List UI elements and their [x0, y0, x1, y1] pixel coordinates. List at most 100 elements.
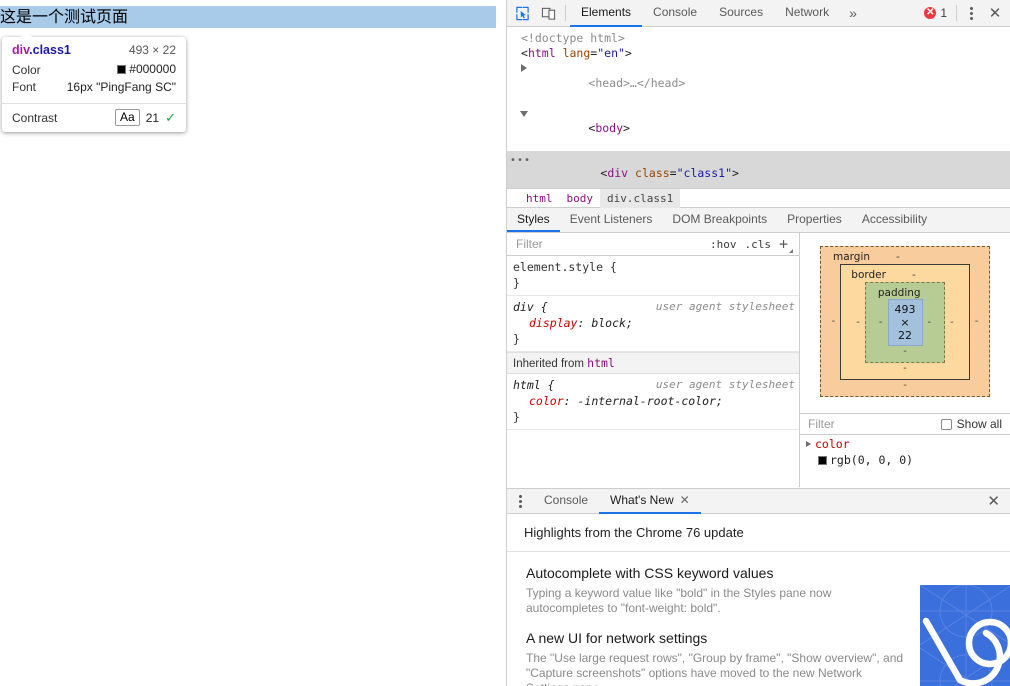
box-model-content[interactable]: 493 × 22: [888, 299, 923, 346]
highlighted-element[interactable]: 这是一个测试页面: [0, 6, 496, 28]
tooltip-arrow: [20, 31, 33, 38]
box-model-border-label: border: [851, 269, 886, 281]
styles-sidebar-tabs: Styles Event Listeners DOM Breakpoints P…: [507, 208, 1010, 233]
rule-close-brace: }: [513, 331, 799, 347]
error-badge[interactable]: ✕ 1: [918, 6, 953, 20]
whats-new-item-description: The "Use large request rows", "Group by …: [526, 651, 906, 686]
breadcrumb-item-div[interactable]: div.class1: [600, 189, 680, 208]
show-all-label: Show all: [957, 417, 1002, 431]
box-model-diagram: margin- - border- - padding: [800, 233, 1010, 397]
breadcrumb: html body div.class1: [507, 188, 1010, 208]
collapse-triangle-icon[interactable]: [520, 111, 528, 117]
toolbar-divider: [565, 5, 566, 21]
border-bottom-value[interactable]: -: [851, 363, 958, 375]
tooltip-selector: div.class1: [12, 42, 71, 59]
more-ellipsis-icon[interactable]: •••: [510, 153, 531, 168]
box-model-padding-label: padding: [878, 287, 921, 299]
show-all-toggle[interactable]: Show all: [941, 417, 1002, 431]
breadcrumb-item-html[interactable]: html: [519, 189, 560, 208]
tooltip-dimensions: 493 × 22: [129, 42, 176, 59]
toolbar-right-group: ✕ 1 ✕: [918, 0, 1008, 27]
inspected-page: 这是一个测试页面 div.class1 493 × 22 Color #0000…: [0, 0, 506, 686]
padding-right-value[interactable]: -: [923, 317, 937, 328]
rule-close-brace: }: [513, 409, 799, 425]
rule-selector: div {: [513, 300, 548, 314]
new-style-rule-button[interactable]: +: [779, 237, 793, 252]
expand-triangle-icon[interactable]: [521, 64, 527, 72]
computed-property-name: color: [815, 437, 850, 451]
computed-property-value: rgb(0, 0, 0): [830, 452, 913, 468]
drawer-tabs: Console What's New ✕ ✕: [507, 489, 1010, 514]
computed-filter-input[interactable]: Filter: [808, 417, 941, 431]
rule-origin: user agent stylesheet: [656, 377, 799, 393]
show-all-checkbox[interactable]: [941, 419, 952, 430]
tab-accessibility[interactable]: Accessibility: [852, 208, 937, 232]
dom-line-div-open[interactable]: •••<div class="class1">: [507, 151, 1010, 188]
box-model-border-value[interactable]: -: [886, 269, 916, 281]
dom-line-html[interactable]: <html lang="en">: [507, 46, 1010, 61]
inspect-element-icon[interactable]: [509, 1, 535, 25]
more-tabs-chevron-icon[interactable]: »: [840, 0, 866, 27]
padding-bottom-value[interactable]: -: [874, 346, 936, 358]
style-rule-html[interactable]: html {user agent stylesheet color: -inte…: [507, 374, 799, 430]
box-model-padding[interactable]: padding - 493 × 22 - -: [865, 282, 945, 363]
box-model-margin-value[interactable]: -: [870, 251, 900, 263]
contrast-sample-icon: Aa: [115, 109, 140, 126]
color-swatch-icon[interactable]: [818, 456, 827, 465]
tab-sources[interactable]: Sources: [708, 0, 774, 27]
tab-properties[interactable]: Properties: [777, 208, 852, 232]
drawer-tab-console[interactable]: Console: [533, 489, 599, 514]
hov-button[interactable]: :hov: [710, 238, 737, 251]
declaration-value[interactable]: block;: [591, 316, 633, 330]
drawer-tab-whats-new[interactable]: What's New ✕: [599, 489, 701, 514]
drawer-tab-label: What's New: [610, 493, 674, 507]
computed-pane: margin- - border- - padding: [800, 233, 1010, 487]
dom-line-head[interactable]: <head>…</head>: [507, 61, 1010, 106]
margin-left-value[interactable]: -: [827, 316, 841, 327]
drawer-tab-label: Console: [544, 493, 588, 507]
declaration-property[interactable]: display: [513, 316, 577, 330]
tooltip-font-label: Font: [12, 79, 54, 96]
style-rule-div[interactable]: div {user agent stylesheet display: bloc…: [507, 296, 799, 352]
cls-button[interactable]: .cls: [744, 238, 771, 251]
computed-filter-bar: Filter Show all: [800, 413, 1010, 435]
drawer-tab-close-icon[interactable]: ✕: [680, 493, 690, 507]
margin-bottom-value[interactable]: -: [833, 380, 977, 392]
styles-pane: Filter :hov .cls + element.style { } div…: [507, 233, 800, 487]
whats-new-item-title: Autocomplete with CSS keyword values: [526, 565, 906, 581]
drawer-close-icon[interactable]: ✕: [977, 492, 1010, 510]
box-model-margin[interactable]: margin- - border- - padding: [820, 246, 990, 397]
tab-network[interactable]: Network: [774, 0, 840, 27]
whats-new-body: Highlights from the Chrome 76 update Aut…: [507, 514, 1010, 686]
border-right-value[interactable]: -: [945, 317, 959, 328]
device-toolbar-icon[interactable]: [535, 1, 561, 25]
contrast-pass-check-icon: ✓: [165, 111, 176, 124]
contrast-ratio-value: 21: [146, 111, 159, 125]
tab-styles[interactable]: Styles: [507, 208, 560, 232]
kebab-menu-icon[interactable]: [960, 7, 982, 20]
tab-elements[interactable]: Elements: [570, 0, 642, 27]
tooltip-class-name: .class1: [29, 43, 71, 57]
rule-origin: user agent stylesheet: [656, 299, 799, 315]
style-rule-element-style[interactable]: element.style { }: [507, 256, 799, 296]
padding-left-value[interactable]: -: [874, 317, 888, 328]
expand-triangle-icon[interactable]: [806, 441, 811, 447]
breadcrumb-item-body[interactable]: body: [560, 189, 601, 208]
close-icon[interactable]: ✕: [982, 4, 1008, 22]
styles-filter-input[interactable]: Filter: [516, 237, 710, 251]
box-model-border[interactable]: border- - padding - 493 × 22: [840, 264, 969, 380]
border-left-value[interactable]: -: [851, 317, 865, 328]
computed-property-row[interactable]: color: [806, 436, 1010, 452]
dom-line-body[interactable]: <body>: [507, 106, 1010, 151]
inherited-from-label: Inherited from: [513, 358, 584, 370]
whats-new-heading: Highlights from the Chrome 76 update: [507, 514, 1010, 552]
tab-event-listeners[interactable]: Event Listeners: [560, 208, 663, 232]
dom-tree[interactable]: <!doctype html> <html lang="en"> <head>……: [507, 27, 1010, 188]
margin-right-value[interactable]: -: [970, 316, 984, 327]
element-inspect-tooltip: div.class1 493 × 22 Color #000000 Font 1…: [2, 37, 186, 132]
drawer-kebab-menu-icon[interactable]: [507, 495, 533, 508]
tab-dom-breakpoints[interactable]: DOM Breakpoints: [662, 208, 777, 232]
declaration-property[interactable]: color: [513, 394, 564, 408]
tab-console[interactable]: Console: [642, 0, 708, 27]
declaration-value[interactable]: -internal-root-color;: [577, 394, 722, 408]
